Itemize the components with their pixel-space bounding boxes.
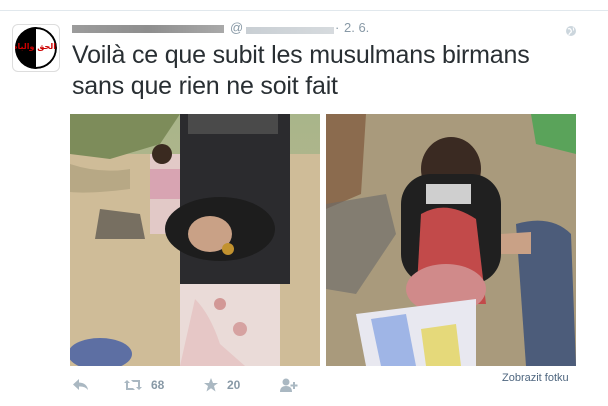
retweet-count: 68	[151, 378, 165, 392]
tweet-text-line-1: Voilà ce que subit les musulmans birmans	[72, 41, 530, 69]
tweet-timestamp[interactable]: 2. 6.	[344, 20, 369, 35]
tweet-photo-1[interactable]	[70, 114, 320, 366]
favorite-button[interactable]: 20	[203, 376, 240, 394]
follow-button[interactable]	[279, 376, 299, 394]
add-user-icon	[280, 378, 298, 392]
reply-button[interactable]	[72, 376, 90, 394]
top-divider	[0, 10, 608, 11]
avatar[interactable]: الحق والباطل	[12, 24, 60, 72]
avatar-logo-text: الحق والباطل	[15, 42, 56, 51]
retweet-icon	[124, 380, 142, 390]
favorite-count: 20	[227, 378, 241, 392]
redacted-display-name[interactable]	[72, 25, 224, 33]
handle-at-sign: @	[230, 20, 244, 35]
tweet-photo-2[interactable]	[326, 114, 576, 366]
header-separator: ·	[335, 20, 340, 35]
avatar-logo: الحق والباطل	[15, 27, 57, 69]
tweet-text-line-2: sans que rien ne soit fait	[72, 72, 338, 100]
view-photo-link[interactable]: Zobrazit fotku	[502, 372, 569, 384]
globe-icon[interactable]	[565, 25, 577, 37]
redacted-username[interactable]	[246, 27, 334, 34]
reply-icon	[73, 379, 88, 390]
tweet-text: Voilà ce que subit les musulmans birmans…	[72, 40, 592, 102]
star-icon	[204, 378, 218, 392]
retweet-button[interactable]: 68	[123, 376, 164, 394]
